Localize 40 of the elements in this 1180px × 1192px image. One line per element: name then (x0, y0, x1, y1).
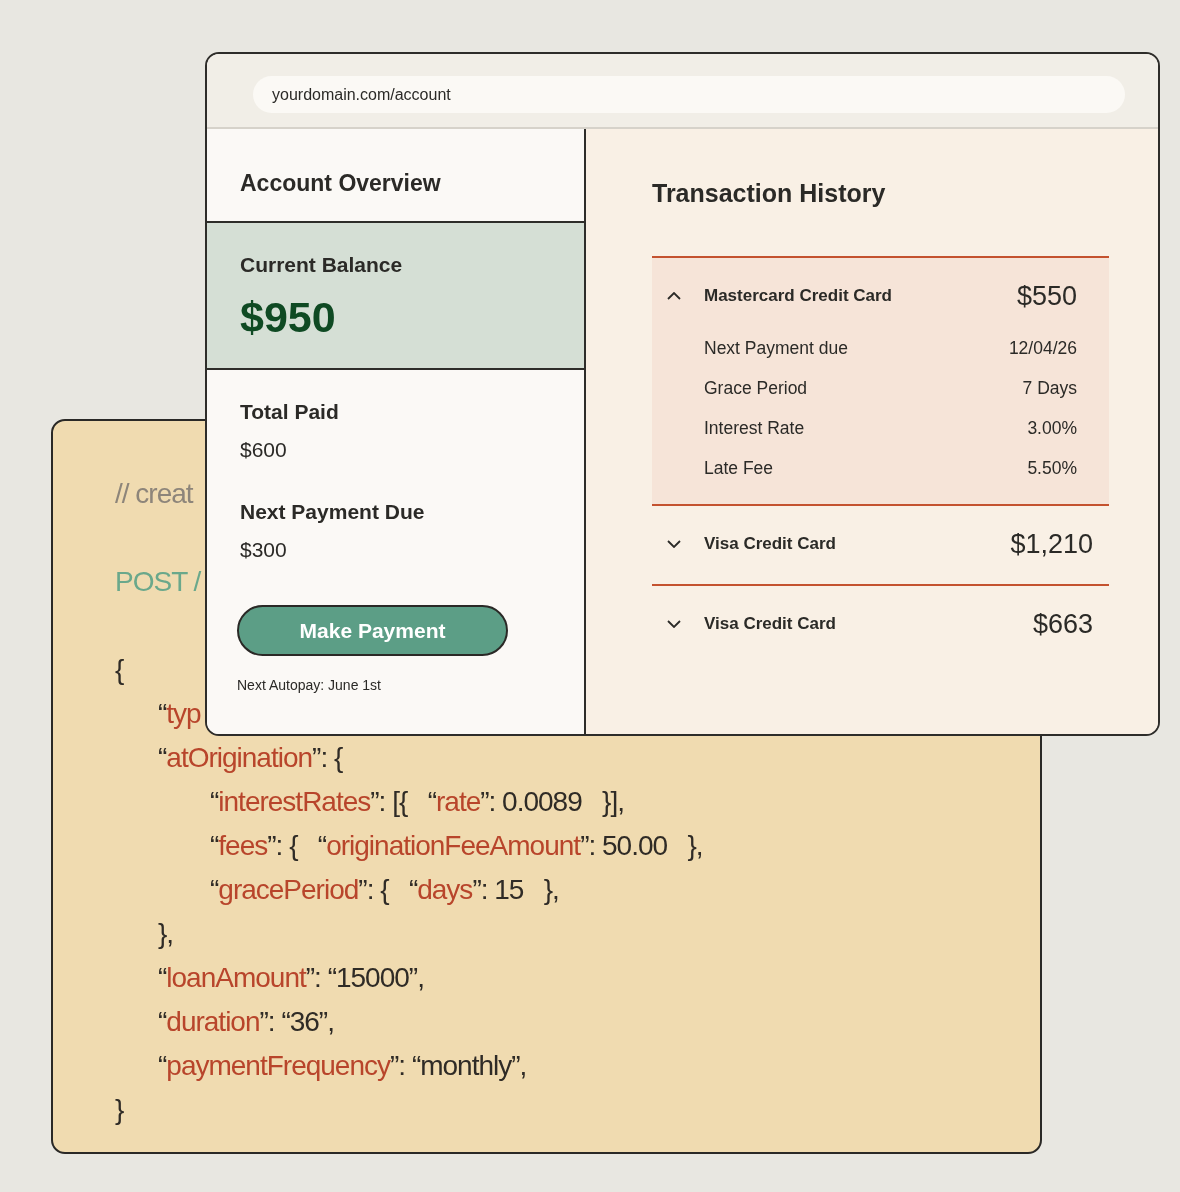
panel-title: Transaction History (652, 178, 886, 208)
address-bar[interactable]: yourdomain.com/account (253, 76, 1125, 113)
detail-label: Next Payment due (704, 337, 848, 359)
detail-label: Grace Period (704, 377, 808, 399)
code-line: “fees”: { “originationFeeAmount”: 50.00 }, (210, 829, 703, 863)
detail-value: 7 Days (1022, 377, 1077, 399)
detail-value: 3.00% (1027, 417, 1077, 439)
stat-label: Next Payment Due (240, 499, 425, 525)
card-amount: $1,210 (1010, 528, 1093, 560)
detail-value: 5.50% (1027, 457, 1077, 479)
code-line: // creat (115, 477, 193, 511)
chevron-up-icon[interactable] (667, 292, 681, 300)
code-line: “interestRates”: [{ “rate”: 0.0089 }], (210, 785, 624, 819)
code-line: “atOrigination”: { (158, 741, 343, 775)
card-name[interactable]: Visa Credit Card (704, 534, 836, 554)
panel-title: Account Overview (240, 169, 441, 197)
code-line: “typ (158, 697, 201, 731)
stat-value: $600 (240, 437, 287, 463)
detail-label: Interest Rate (704, 417, 805, 439)
chevron-down-icon[interactable] (667, 620, 681, 628)
balance-amount: $950 (240, 292, 336, 342)
code-line: “loanAmount”: “15000”, (158, 961, 424, 995)
code-line: { (115, 653, 124, 687)
code-line: “paymentFrequency”: “monthly”, (158, 1049, 527, 1083)
code-line: } (115, 1093, 124, 1127)
card-amount: $663 (1032, 608, 1093, 640)
card-name[interactable]: Mastercard Credit Card (704, 286, 892, 306)
code-line: “duration”: “36”, (158, 1005, 334, 1039)
card-amount: $550 (1016, 280, 1077, 312)
chevron-down-icon[interactable] (667, 540, 681, 548)
autopay-note: Next Autopay: June 1st (237, 676, 381, 694)
detail-value: 12/04/26 (1008, 337, 1077, 359)
detail-label: Late Fee (704, 457, 774, 479)
code-line: }, (158, 917, 174, 951)
code-line: POST / (115, 565, 201, 599)
balance-label: Current Balance (240, 252, 403, 278)
card-name[interactable]: Visa Credit Card (704, 614, 836, 634)
stat-value: $300 (240, 537, 287, 563)
code-line: “gracePeriod”: { “days”: 15 }, (210, 873, 559, 907)
stat-label: Total Paid (240, 399, 339, 425)
